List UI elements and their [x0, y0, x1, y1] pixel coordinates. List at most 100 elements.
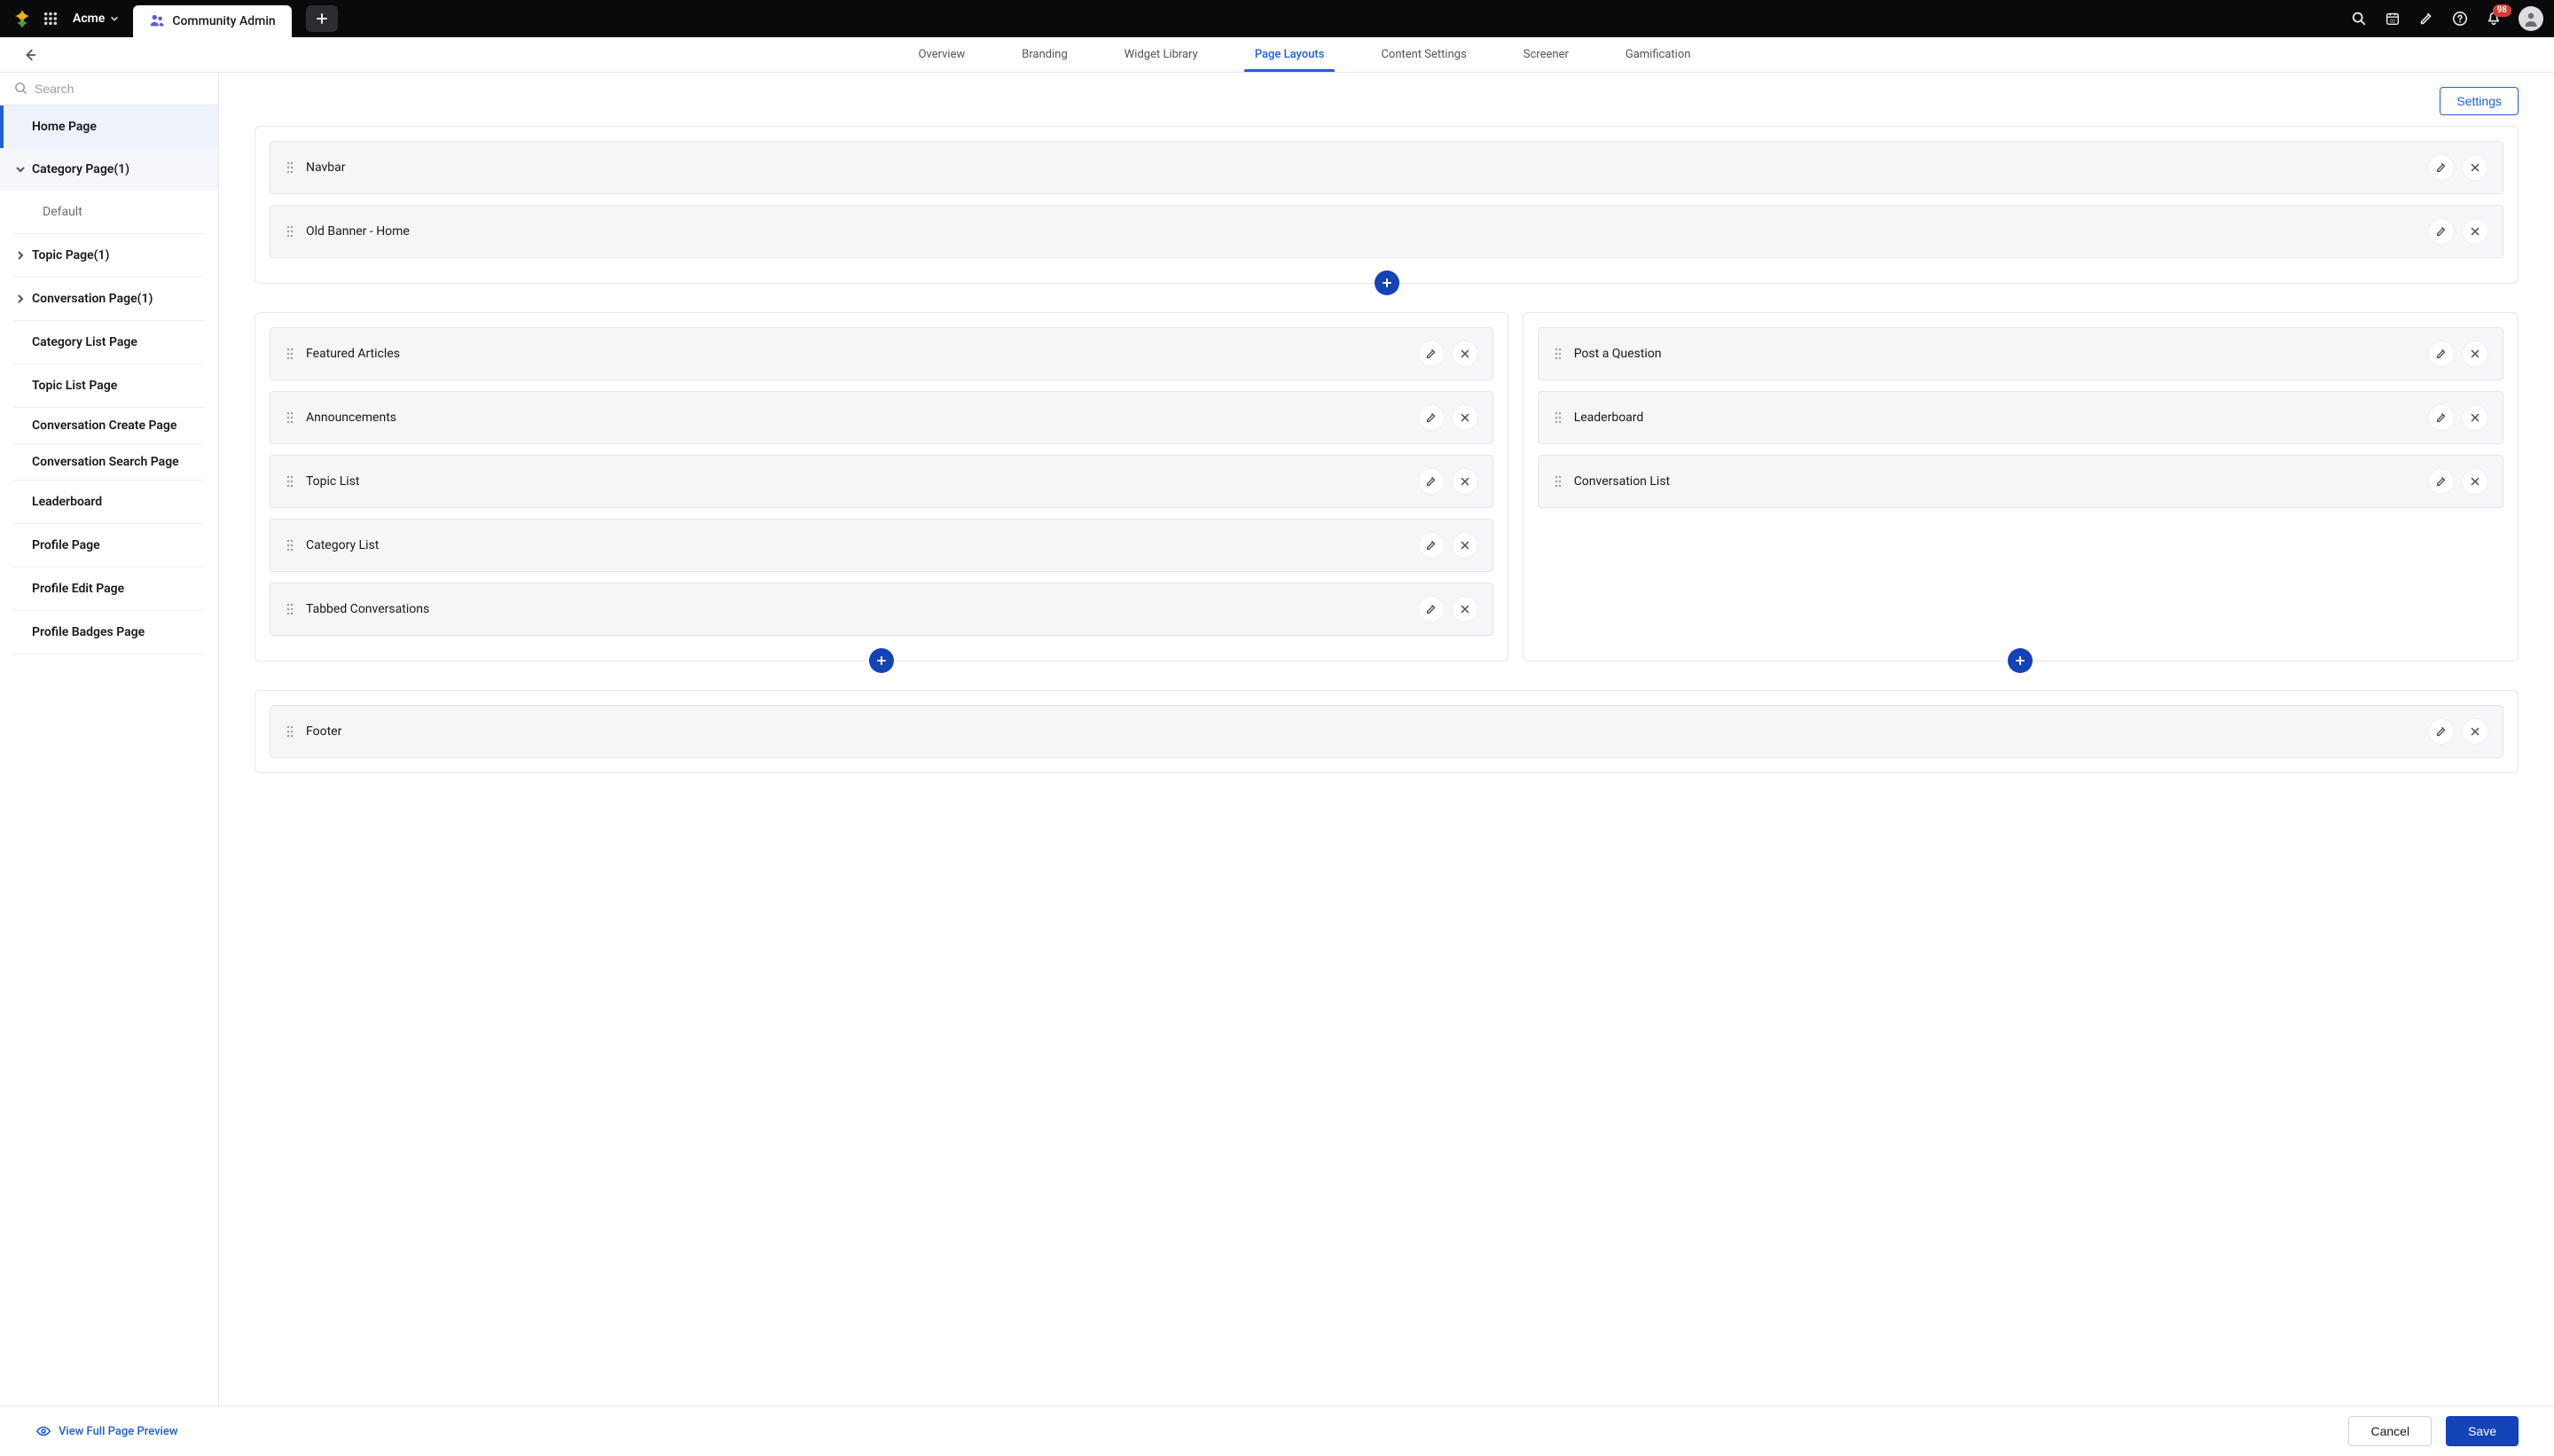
- tab-branding[interactable]: Branding: [1020, 38, 1069, 71]
- brand-logo-icon: [11, 7, 34, 30]
- sidebar-item-profile-page[interactable]: Profile Page: [0, 524, 218, 567]
- sidebar-item-category-page[interactable]: Category Page(1): [0, 148, 218, 191]
- drag-handle-icon[interactable]: [285, 475, 295, 488]
- drag-handle-icon[interactable]: [1553, 411, 1563, 424]
- view-full-preview-link[interactable]: View Full Page Preview: [35, 1423, 177, 1439]
- edit-widget-button[interactable]: [2428, 404, 2455, 431]
- calendar-icon[interactable]: 02: [2384, 10, 2401, 27]
- add-widget-button[interactable]: [869, 648, 894, 673]
- sidebar-item-conversation-create-page[interactable]: Conversation Create Page: [0, 408, 218, 443]
- layout-canvas: Settings Navbar Old Banner - Home: [219, 73, 2554, 1405]
- sidebar-item-profile-badges-page[interactable]: Profile Badges Page: [0, 611, 218, 654]
- edit-widget-button[interactable]: [1418, 404, 1445, 431]
- add-widget-button[interactable]: [1375, 270, 1399, 295]
- sidebar-item-profile-edit-page[interactable]: Profile Edit Page: [0, 568, 218, 610]
- tab-content-settings[interactable]: Content Settings: [1379, 38, 1468, 71]
- tab-screener[interactable]: Screener: [1522, 38, 1571, 71]
- edit-icon[interactable]: [2417, 10, 2435, 27]
- settings-button[interactable]: Settings: [2440, 87, 2519, 115]
- edit-widget-button[interactable]: [1418, 532, 1445, 559]
- notifications-button[interactable]: 98: [2485, 10, 2503, 27]
- widget-label: Leaderboard: [1574, 411, 2417, 425]
- widget-topic-list: Topic List: [270, 455, 1493, 508]
- sidebar-item-label: Category Page(1): [32, 162, 129, 176]
- sidebar-item-leaderboard[interactable]: Leaderboard: [0, 481, 218, 523]
- widget-label: Featured Articles: [306, 347, 1407, 361]
- tab-widget-library[interactable]: Widget Library: [1123, 38, 1200, 71]
- remove-widget-button[interactable]: [2462, 404, 2488, 431]
- widget-conversation-list: Conversation List: [1538, 455, 2503, 508]
- edit-widget-button[interactable]: [1418, 468, 1445, 495]
- workspace-tab-label: Community Admin: [172, 14, 275, 28]
- drag-handle-icon[interactable]: [1553, 475, 1563, 488]
- drag-handle-icon[interactable]: [285, 161, 295, 174]
- community-admin-icon: [149, 13, 165, 29]
- sidebar-item-category-list-page[interactable]: Category List Page: [0, 321, 218, 364]
- sidebar-item-label: Conversation Create Page: [32, 419, 176, 433]
- sidebar-search: [0, 73, 218, 106]
- chevron-right-icon: [14, 249, 27, 262]
- widget-announcements: Announcements: [270, 391, 1493, 444]
- remove-widget-button[interactable]: [1452, 404, 1478, 431]
- edit-widget-button[interactable]: [2428, 718, 2455, 745]
- remove-widget-button[interactable]: [2462, 718, 2488, 745]
- widget-label: Category List: [306, 538, 1407, 552]
- remove-widget-button[interactable]: [1452, 532, 1478, 559]
- edit-widget-button[interactable]: [1418, 341, 1445, 367]
- sidebar-item-category-default[interactable]: Default: [0, 191, 218, 233]
- drag-handle-icon[interactable]: [285, 603, 295, 615]
- sidebar-item-home-page[interactable]: Home Page: [0, 106, 218, 148]
- user-avatar[interactable]: [2519, 6, 2543, 31]
- sidebar-item-label: Home Page: [32, 120, 97, 134]
- remove-widget-button[interactable]: [2462, 341, 2488, 367]
- preview-link-label: View Full Page Preview: [59, 1425, 177, 1438]
- cancel-button[interactable]: Cancel: [2348, 1416, 2432, 1446]
- widget-label: Post a Question: [1574, 347, 2417, 361]
- drag-handle-icon[interactable]: [1553, 348, 1563, 360]
- right-column-section: Post a Question Leaderboard: [1523, 312, 2519, 661]
- app-switcher-icon[interactable]: [43, 11, 59, 27]
- pages-sidebar: Home Page Category Page(1) Default Topic…: [0, 73, 219, 1405]
- edit-widget-button[interactable]: [2428, 154, 2455, 181]
- search-icon[interactable]: [2350, 10, 2368, 27]
- remove-widget-button[interactable]: [2462, 154, 2488, 181]
- edit-widget-button[interactable]: [2428, 468, 2455, 495]
- sidebar-item-label: Category List Page: [32, 335, 137, 349]
- eye-icon: [35, 1423, 51, 1439]
- drag-handle-icon[interactable]: [285, 225, 295, 238]
- remove-widget-button[interactable]: [2462, 468, 2488, 495]
- sidebar-item-label: Profile Badges Page: [32, 625, 145, 639]
- new-tab-button[interactable]: [306, 5, 338, 32]
- remove-widget-button[interactable]: [2462, 218, 2488, 245]
- sidebar-item-conversation-search-page[interactable]: Conversation Search Page: [0, 444, 218, 480]
- sidebar-item-conversation-page[interactable]: Conversation Page(1): [0, 278, 218, 320]
- widget-footer: Footer: [270, 705, 2503, 758]
- drag-handle-icon[interactable]: [285, 348, 295, 360]
- remove-widget-button[interactable]: [1452, 341, 1478, 367]
- save-button[interactable]: Save: [2446, 1416, 2519, 1446]
- workspace-tab[interactable]: Community Admin: [133, 5, 291, 37]
- global-topbar: Acme Community Admin 02 98: [0, 0, 2554, 37]
- add-widget-button[interactable]: [2008, 648, 2033, 673]
- drag-handle-icon[interactable]: [285, 725, 295, 738]
- search-input[interactable]: [35, 82, 204, 96]
- edit-widget-button[interactable]: [2428, 341, 2455, 367]
- edit-widget-button[interactable]: [1418, 596, 1445, 622]
- back-button[interactable]: [18, 43, 43, 67]
- help-icon[interactable]: [2451, 10, 2469, 27]
- sidebar-item-topic-page[interactable]: Topic Page(1): [0, 234, 218, 277]
- widget-label: Navbar: [306, 160, 2417, 175]
- remove-widget-button[interactable]: [1452, 596, 1478, 622]
- tab-page-layouts[interactable]: Page Layouts: [1253, 38, 1327, 71]
- widget-category-list: Category List: [270, 519, 1493, 572]
- sidebar-item-topic-list-page[interactable]: Topic List Page: [0, 364, 218, 407]
- widget-featured-articles: Featured Articles: [270, 327, 1493, 380]
- drag-handle-icon[interactable]: [285, 411, 295, 424]
- remove-widget-button[interactable]: [1452, 468, 1478, 495]
- tab-gamification[interactable]: Gamification: [1624, 38, 1693, 71]
- widget-label: Topic List: [306, 474, 1407, 489]
- drag-handle-icon[interactable]: [285, 539, 295, 552]
- org-switcher[interactable]: Acme: [67, 12, 124, 26]
- tab-overview[interactable]: Overview: [917, 38, 968, 71]
- edit-widget-button[interactable]: [2428, 218, 2455, 245]
